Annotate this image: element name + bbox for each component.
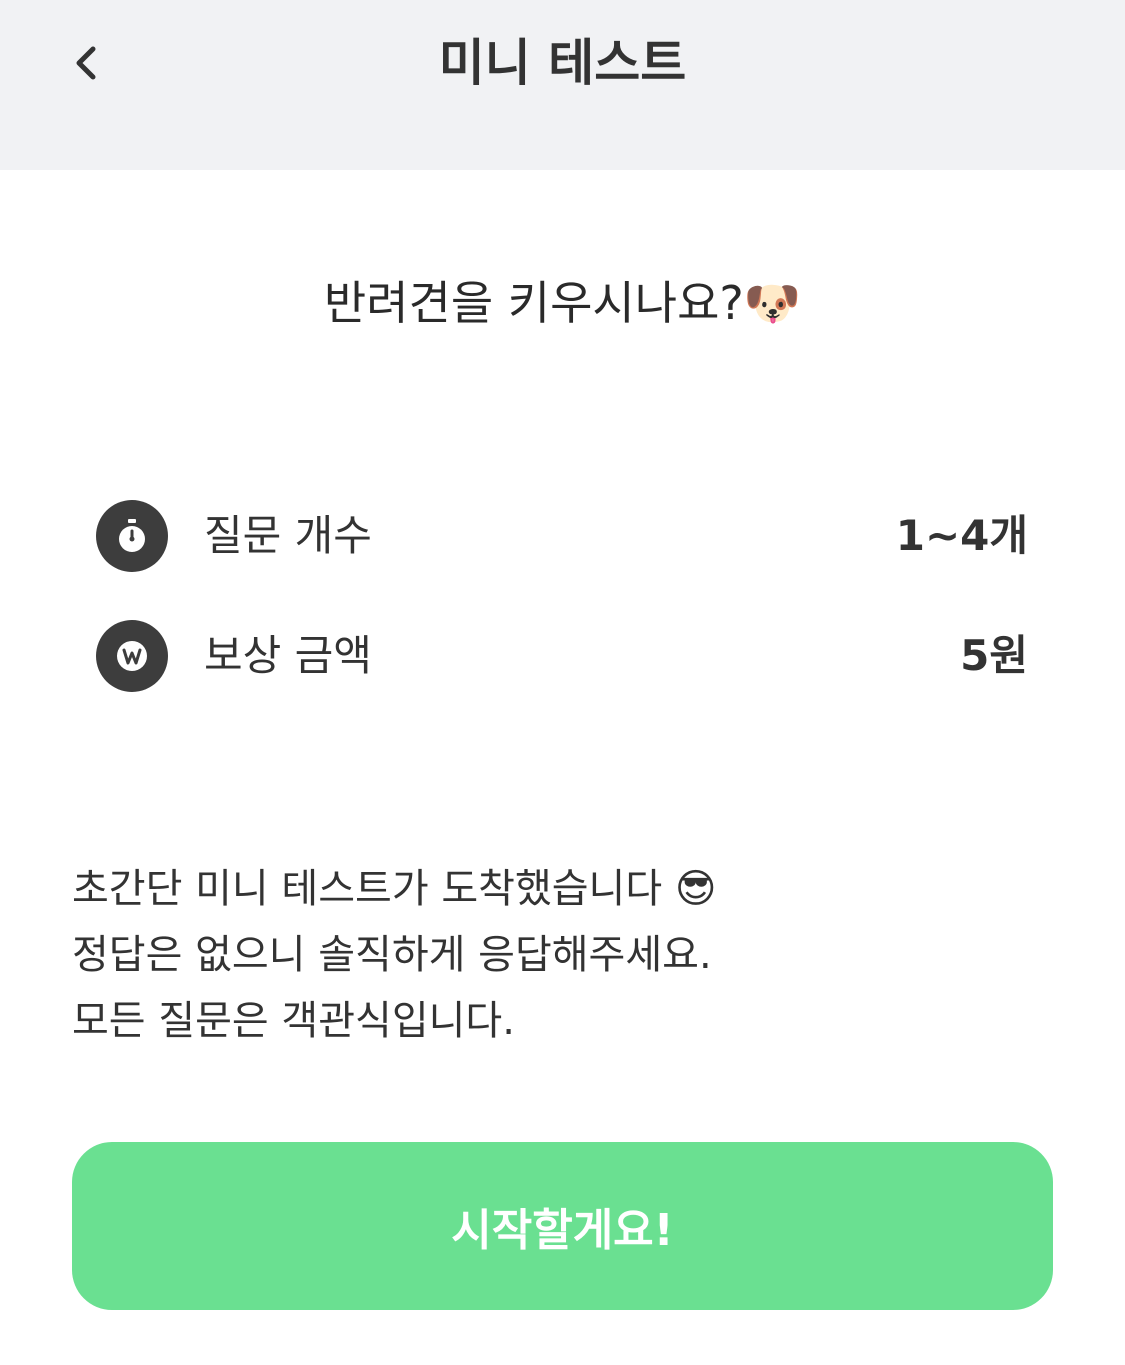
- page-title: 미니 테스트: [438, 34, 687, 92]
- description-line-1-text: 초간단 미니 테스트가 도착했습니다: [72, 866, 663, 912]
- reward-amount-label: 보상 금액: [204, 631, 372, 680]
- description-line-3: 모든 질문은 객관식입니다.: [72, 998, 515, 1044]
- sunglasses-face-emoji: 😎: [674, 866, 717, 912]
- won-coin-icon: [96, 620, 168, 692]
- question-title: 반려견을 키우시나요?🐶: [0, 268, 1125, 338]
- question-count-label: 질문 개수: [204, 511, 372, 560]
- dog-face-emoji: 🐶: [743, 276, 802, 330]
- description-line-2: 정답은 없으니 솔직하게 응답해주세요.: [72, 932, 712, 978]
- reward-amount-value: 5원: [960, 631, 1028, 680]
- description-text: 초간단 미니 테스트가 도착했습니다 😎 정답은 없으니 솔직하게 응답해주세요…: [72, 856, 1052, 1054]
- description-line-1: 초간단 미니 테스트가 도착했습니다 😎: [72, 856, 1052, 922]
- info-row-question-count: 질문 개수 1~4개: [96, 500, 1028, 572]
- question-text: 반려견을 키우시나요?: [323, 276, 744, 330]
- stopwatch-icon: [96, 500, 168, 572]
- header-bar: 미니 테스트: [0, 0, 1125, 170]
- info-row-reward-amount: 보상 금액 5원: [96, 620, 1028, 692]
- start-button[interactable]: 시작할게요!: [72, 1142, 1053, 1310]
- question-count-value: 1~4개: [895, 511, 1028, 560]
